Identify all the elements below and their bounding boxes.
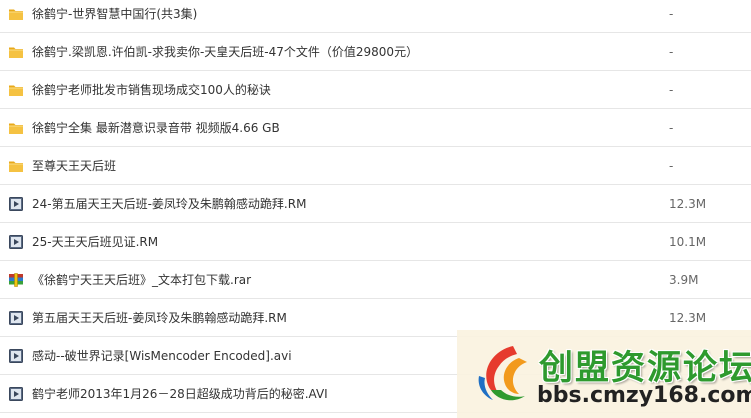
folder-icon[interactable] [8, 6, 24, 22]
watermark-url: bbs.cmzy168.com [537, 383, 751, 408]
folder-icon[interactable] [8, 82, 24, 98]
file-size: - [669, 159, 674, 173]
file-row[interactable]: 徐鹤宁-世界智慧中国行(共3集) - [0, 0, 751, 33]
file-row[interactable]: 25-天王天后班见证.RM 10.1M [0, 223, 751, 261]
video-file-icon[interactable] [8, 348, 24, 364]
file-name[interactable]: 徐鹤宁老师批发市销售现场成交100人的秘诀 [32, 71, 271, 109]
file-size: - [669, 45, 674, 59]
file-row[interactable]: 至尊天王天后班 - [0, 147, 751, 185]
file-row[interactable]: 徐鹤宁老师批发市销售现场成交100人的秘诀 - [0, 71, 751, 109]
watermark-title: 创盟资源论坛 [539, 348, 751, 388]
file-size: 12.3M [669, 197, 707, 211]
file-name[interactable]: 徐鹤宁-世界智慧中国行(共3集) [32, 0, 197, 33]
file-size: 3.9M [669, 273, 699, 287]
file-size: - [669, 121, 674, 135]
file-name[interactable]: 至尊天王天后班 [32, 147, 116, 185]
video-file-icon[interactable] [8, 196, 24, 212]
file-row[interactable]: 徐鹤宁全集 最新潜意识录音带 视频版4.66 GB - [0, 109, 751, 147]
video-file-icon[interactable] [8, 386, 24, 402]
file-size: - [669, 7, 674, 21]
watermark: 创盟资源论坛 bbs.cmzy168.com [457, 330, 751, 418]
logo-icon [478, 346, 527, 401]
file-name[interactable]: 徐鹤宁全集 最新潜意识录音带 视频版4.66 GB [32, 109, 280, 147]
file-row[interactable]: 24-第五届天王天后班-姜凤玲及朱鹏翰感动跪拜.RM 12.3M [0, 185, 751, 223]
folder-icon[interactable] [8, 158, 24, 174]
file-name[interactable]: 鹤宁老师2013年1月26－28日超级成功背后的秘密.AVI [32, 375, 328, 413]
file-name[interactable]: 24-第五届天王天后班-姜凤玲及朱鹏翰感动跪拜.RM [32, 185, 306, 223]
video-file-icon[interactable] [8, 310, 24, 326]
folder-icon[interactable] [8, 44, 24, 60]
file-name[interactable]: 《徐鹤宁天王天后班》_文本打包下载.rar [32, 261, 251, 299]
file-size: - [669, 83, 674, 97]
file-row[interactable]: 《徐鹤宁天王天后班》_文本打包下载.rar 3.9M [0, 261, 751, 299]
file-name[interactable]: 第五届天王天后班-姜凤玲及朱鹏翰感动跪拜.RM [32, 299, 287, 337]
archive-file-icon[interactable] [8, 272, 24, 288]
folder-icon[interactable] [8, 120, 24, 136]
video-file-icon[interactable] [8, 234, 24, 250]
file-name[interactable]: 徐鹤宁.梁凯恩.许伯凯-求我卖你-天皇天后班-47个文件（价值29800元） [32, 33, 418, 71]
file-row[interactable]: 徐鹤宁.梁凯恩.许伯凯-求我卖你-天皇天后班-47个文件（价值29800元） - [0, 33, 751, 71]
file-name[interactable]: 25-天王天后班见证.RM [32, 223, 158, 261]
file-name[interactable]: 感动--破世界记录[WisMencoder Encoded].avi [32, 337, 292, 375]
file-size: 10.1M [669, 235, 707, 249]
